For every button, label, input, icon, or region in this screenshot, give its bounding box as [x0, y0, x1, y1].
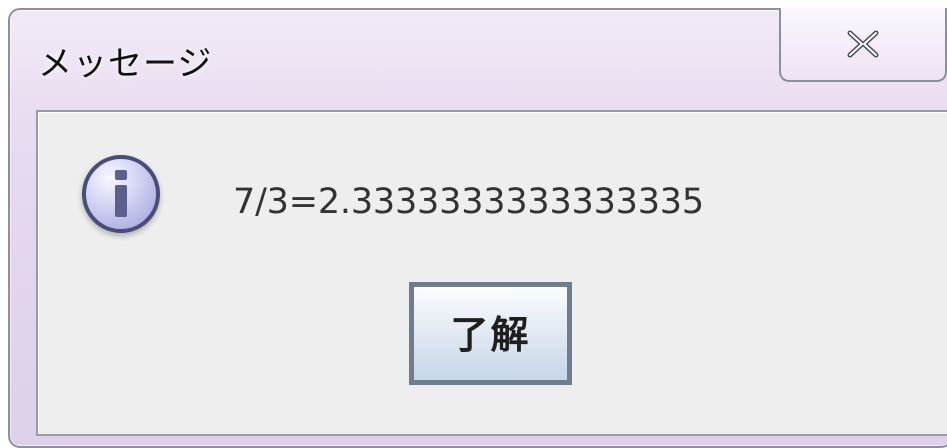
close-button[interactable]: [779, 8, 947, 82]
close-icon: [842, 26, 884, 62]
dialog-title: メッセージ: [38, 44, 213, 84]
message-text: 7/3=2.3333333333333335: [233, 182, 704, 222]
message-dialog: メッセージ 7/3=2.3333333333333335 了解: [8, 8, 947, 448]
title-bar[interactable]: メッセージ: [10, 8, 947, 110]
ok-button-label: 了解: [450, 312, 531, 357]
information-icon: [79, 152, 163, 236]
ok-button[interactable]: 了解: [409, 282, 572, 385]
message-content-panel: 7/3=2.3333333333333335 了解: [36, 110, 947, 436]
